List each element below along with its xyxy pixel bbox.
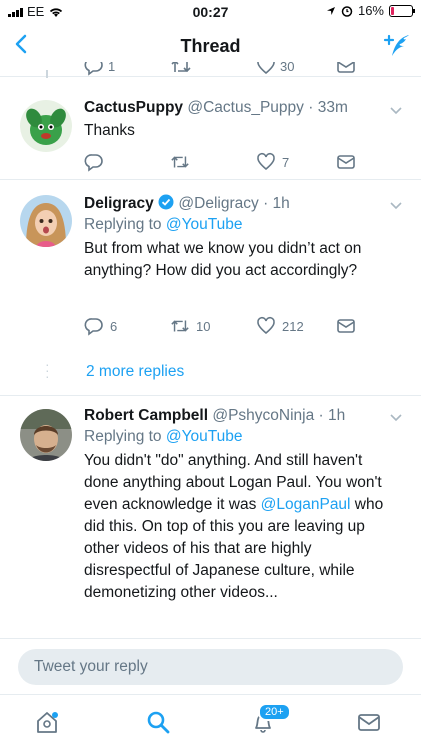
like-count: 7 <box>282 154 290 170</box>
tab-messages[interactable] <box>356 709 386 739</box>
heart-icon <box>257 152 275 171</box>
reply-icon <box>84 62 103 76</box>
replying-to: Replying to @YouTube <box>84 426 401 448</box>
reply-action[interactable]: 1 <box>84 62 115 76</box>
battery-label: 16% <box>357 3 384 18</box>
tweet-header: Robert Campbell @PshycoNinja · 1h <box>84 406 401 426</box>
heart-icon <box>257 62 275 75</box>
display-name[interactable]: Deligracy <box>84 195 154 212</box>
home-icon <box>37 712 58 733</box>
chevron-down-icon[interactable] <box>389 201 403 211</box>
reply-icon <box>84 318 103 336</box>
reply-count: 6 <box>110 318 118 334</box>
alarm-icon <box>341 5 353 17</box>
avatar[interactable] <box>20 195 72 247</box>
thread-connector-line <box>46 70 48 78</box>
envelope-icon <box>337 62 355 73</box>
replying-to-label: Replying to <box>84 428 162 445</box>
like-count: 212 <box>282 318 304 334</box>
search-icon <box>147 711 170 734</box>
avatar-image <box>20 409 72 461</box>
tweet-robert-campbell[interactable]: Robert Campbell @PshycoNinja · 1h Replyi… <box>0 395 421 638</box>
reply-box[interactable] <box>18 649 403 685</box>
user-handle[interactable]: @Cactus_Puppy <box>187 99 304 116</box>
dm-action[interactable] <box>336 62 356 76</box>
compose-tweet-icon[interactable] <box>383 32 411 60</box>
dm-action[interactable] <box>336 152 356 172</box>
reply-action[interactable] <box>84 152 104 172</box>
reply-action[interactable]: 6 <box>84 316 117 336</box>
reply-count: 1 <box>108 62 116 74</box>
retweet-action[interactable] <box>170 62 192 76</box>
retweet-action[interactable] <box>170 152 190 172</box>
tab-home[interactable] <box>34 709 64 739</box>
thread-dots-icon: · · · <box>45 356 50 384</box>
tweet-time: · 1h <box>263 195 290 212</box>
tab-search[interactable] <box>145 709 175 739</box>
tweet-text: You didn't "do" anything. And still have… <box>84 450 401 604</box>
retweet-icon <box>171 320 189 332</box>
user-handle[interactable]: @Deligracy <box>178 195 258 212</box>
display-name[interactable]: CactusPuppy <box>84 99 183 116</box>
avatar[interactable] <box>20 100 72 152</box>
user-handle[interactable]: @PshycoNinja <box>212 407 314 424</box>
tweet-time: · 33m <box>308 99 348 116</box>
like-action[interactable]: 7 <box>256 152 289 172</box>
tweet-text: But from what we know you didn’t act on … <box>84 240 362 279</box>
replying-to-handle[interactable]: @YouTube <box>166 216 243 233</box>
tweet-cactuspuppy[interactable]: CactusPuppy @Cactus_Puppy · 33m Thanks 7 <box>0 78 421 180</box>
like-action[interactable]: 212 <box>256 316 304 336</box>
previous-tweet-actions: 1 30 <box>0 62 421 77</box>
reply-icon <box>84 154 103 172</box>
display-name[interactable]: Robert Campbell <box>84 407 208 424</box>
retweet-count: 10 <box>196 318 211 334</box>
notifications-badge: 20+ <box>258 703 291 721</box>
replying-to: Replying to @YouTube <box>84 214 401 236</box>
dm-action[interactable] <box>336 316 356 336</box>
reply-bar <box>0 638 421 695</box>
avatar[interactable] <box>20 409 72 461</box>
like-count: 30 <box>280 62 295 74</box>
page-title: Thread <box>180 36 241 56</box>
tab-bar: 20+ <box>0 694 421 751</box>
status-bar: EE 00:27 16% <box>0 0 421 22</box>
tweet-actions: 7 <box>84 152 381 174</box>
tweet-header: CactusPuppy @Cactus_Puppy · 33m <box>84 98 401 118</box>
retweet-icon <box>171 62 191 73</box>
status-right: 16% <box>326 3 415 18</box>
tweet-text: Thanks <box>84 122 135 139</box>
like-action[interactable]: 30 <box>256 62 294 76</box>
replying-to-label: Replying to <box>84 216 162 233</box>
more-replies-link[interactable]: 2 more replies <box>86 363 184 381</box>
chevron-down-icon[interactable] <box>389 106 403 116</box>
tweet-time: · 1h <box>318 407 346 424</box>
verified-badge-icon <box>158 194 174 210</box>
location-icon <box>326 6 335 15</box>
retweet-icon <box>171 156 189 168</box>
tweet-deligracy[interactable]: Deligracy @Deligracy · 1h Replying to @Y… <box>0 179 421 351</box>
heart-icon <box>257 316 275 335</box>
envelope-icon <box>358 714 380 731</box>
reply-input[interactable] <box>18 649 403 685</box>
replying-to-handle[interactable]: @YouTube <box>166 428 243 445</box>
more-replies-row[interactable]: · · · 2 more replies <box>0 351 421 396</box>
avatar-image <box>20 195 72 247</box>
tweet-actions: 6 10 212 <box>84 316 381 338</box>
tweet-header: Deligracy @Deligracy · 1h <box>84 194 401 214</box>
envelope-icon <box>337 319 355 333</box>
envelope-icon <box>337 155 355 169</box>
mention-link[interactable]: @LoganPaul <box>261 496 351 513</box>
avatar-image <box>20 100 72 152</box>
battery-icon <box>389 4 415 17</box>
chevron-down-icon[interactable] <box>389 413 403 423</box>
retweet-action[interactable]: 10 <box>170 316 210 336</box>
